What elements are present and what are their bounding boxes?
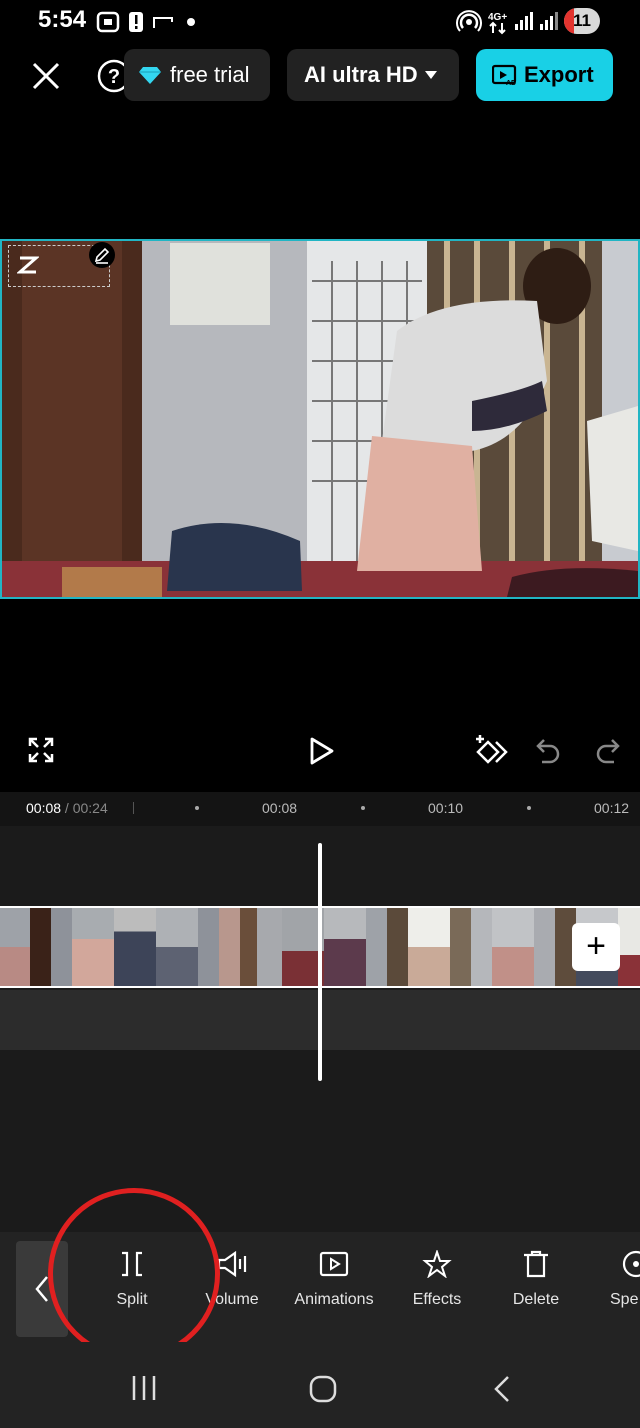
close-icon[interactable] xyxy=(30,60,62,92)
undo-icon[interactable] xyxy=(536,736,562,764)
keyframe-add-icon[interactable] xyxy=(474,734,510,766)
ruler-tick-label: 00:10 xyxy=(428,800,464,816)
recent-apps-icon[interactable] xyxy=(130,1374,158,1402)
tool-label: Spe xyxy=(610,1291,639,1308)
signal-strength-icon xyxy=(515,12,533,30)
video-preview[interactable] xyxy=(0,239,640,599)
status-time: 5:54 xyxy=(38,6,87,33)
free-trial-label: free trial xyxy=(170,62,250,87)
time-readout: 00:08 / 00:24 xyxy=(26,800,108,816)
quality-dropdown[interactable]: AI ultra HD xyxy=(287,49,459,101)
ruler-dot xyxy=(527,806,531,810)
readout-divider xyxy=(133,802,134,814)
free-trial-button[interactable]: free trial xyxy=(124,49,270,101)
svg-text:?: ? xyxy=(108,66,120,88)
volume-icon xyxy=(217,1250,247,1278)
delete-icon xyxy=(524,1250,548,1278)
alert-notification-icon xyxy=(129,12,143,32)
ruler-dot xyxy=(361,806,365,810)
signal-strength-2-icon xyxy=(540,12,558,30)
status-bar: 5:54 4G+ 11 xyxy=(0,0,640,42)
fullscreen-icon[interactable] xyxy=(28,737,54,763)
cast-notification-icon xyxy=(153,17,173,28)
tool-speed[interactable]: Spe xyxy=(606,1250,640,1309)
hotspot-icon xyxy=(456,10,482,32)
effects-icon xyxy=(422,1248,452,1279)
tool-label: Animations xyxy=(294,1291,374,1308)
diamond-icon xyxy=(139,67,161,84)
edit-pencil-icon[interactable] xyxy=(88,241,116,269)
capcut-logo-icon xyxy=(17,256,39,274)
total-time: 00:24 xyxy=(72,800,108,816)
svg-text:4G+: 4G+ xyxy=(488,12,507,23)
back-icon[interactable] xyxy=(490,1374,514,1404)
play-icon[interactable] xyxy=(306,736,336,766)
screenshot-notification-icon xyxy=(96,11,120,33)
battery-indicator: 11 xyxy=(564,8,600,34)
export-ad-icon: AD xyxy=(492,64,516,86)
animations-icon xyxy=(319,1251,349,1277)
svg-text:AD: AD xyxy=(506,80,516,86)
tool-label: Delete xyxy=(512,1291,560,1308)
quality-label: AI ultra HD xyxy=(304,62,418,87)
export-label: Export xyxy=(524,62,594,87)
time-separator: / xyxy=(61,800,73,816)
home-icon[interactable] xyxy=(308,1374,338,1404)
tool-label: Effects xyxy=(412,1291,462,1308)
ruler-tick-label: 00:08 xyxy=(262,800,298,816)
current-time: 00:08 xyxy=(26,800,62,816)
tool-effects[interactable]: Effects xyxy=(400,1248,474,1309)
ruler-dot xyxy=(195,806,199,810)
tool-animations[interactable]: Animations xyxy=(284,1250,384,1309)
tool-delete[interactable]: Delete xyxy=(500,1250,572,1309)
4g-data-icon: 4G+ xyxy=(488,12,507,35)
ruler-tick-label: 00:12 xyxy=(594,800,630,816)
redo-icon[interactable] xyxy=(594,736,620,764)
chevron-down-icon xyxy=(424,71,437,79)
playhead[interactable] xyxy=(318,843,322,1081)
more-notifications-dot-icon xyxy=(187,18,195,26)
speed-icon xyxy=(622,1250,640,1278)
battery-level: 11 xyxy=(573,11,591,30)
annotation-circle xyxy=(48,1188,220,1360)
export-button[interactable]: AD Export xyxy=(476,49,613,101)
add-clip-button[interactable]: + xyxy=(572,923,620,971)
video-frame xyxy=(2,241,638,597)
